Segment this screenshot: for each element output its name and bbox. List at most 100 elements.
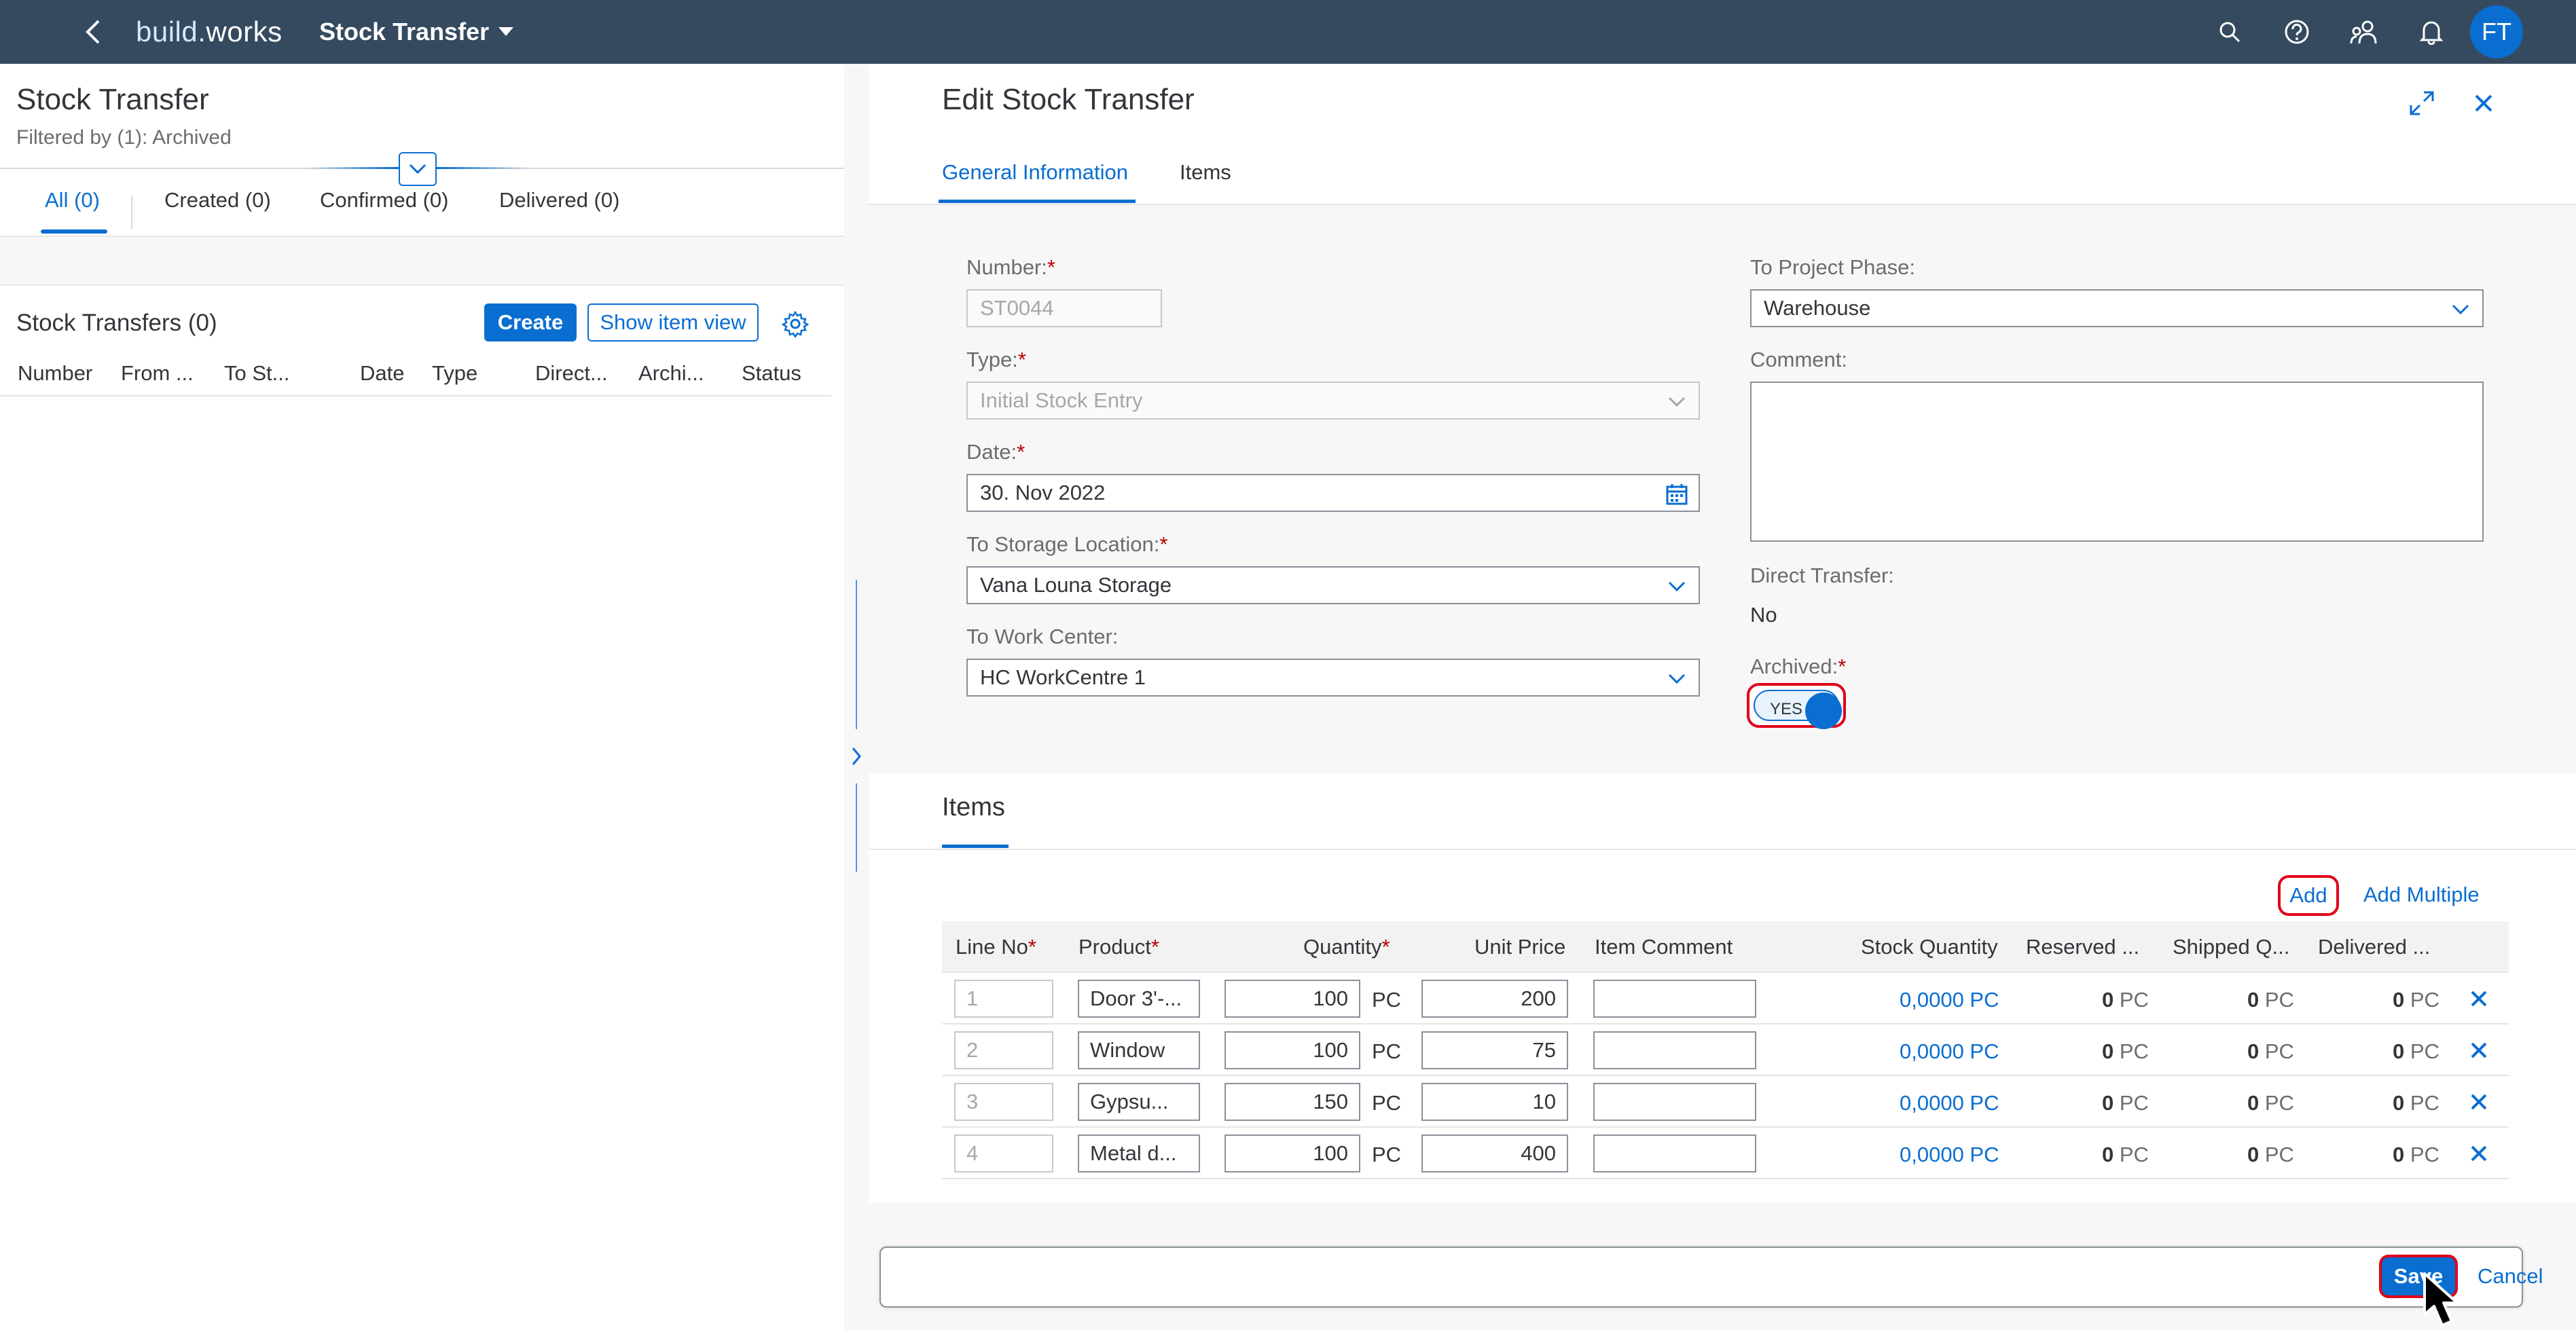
quantity-field[interactable]: 100 xyxy=(1224,1031,1360,1069)
fullscreen-icon[interactable] xyxy=(2403,84,2441,122)
col-stock-quantity[interactable]: Stock Quantity xyxy=(1861,935,1998,959)
unit-price-field[interactable]: 75 xyxy=(1421,1031,1568,1069)
delete-row-icon[interactable] xyxy=(2465,985,2492,1012)
cancel-button[interactable]: Cancel xyxy=(2478,1264,2543,1289)
add-multiple-button[interactable]: Add Multiple xyxy=(2363,883,2480,907)
product-field[interactable]: Door 3'-... xyxy=(1078,980,1200,1018)
project-phase-label: To Project Phase: xyxy=(1750,255,1915,279)
footer-toolbar xyxy=(879,1246,2523,1308)
create-button[interactable]: Create xyxy=(484,303,577,341)
quantity-field[interactable]: 100 xyxy=(1224,1134,1360,1172)
calendar-icon[interactable] xyxy=(1663,481,1690,508)
list-title: Stock Transfer xyxy=(16,83,209,116)
user-avatar[interactable]: FT xyxy=(2470,5,2523,58)
back-icon[interactable] xyxy=(76,15,110,49)
switch-track: YES xyxy=(1754,690,1842,729)
switch-text: YES xyxy=(1770,700,1803,718)
unit-price-field[interactable]: 400 xyxy=(1421,1134,1568,1172)
col-direct[interactable]: Direct... xyxy=(535,361,608,386)
status-tabs: All (0) Created (0) Confirmed (0) Delive… xyxy=(0,169,844,237)
pane-splitter[interactable] xyxy=(844,64,869,1330)
work-center-select[interactable]: HC WorkCentre 1 xyxy=(966,659,1700,697)
item-comment-field[interactable] xyxy=(1593,1031,1756,1069)
quantity-unit: PC xyxy=(1372,1039,1402,1063)
app-title-menu[interactable]: Stock Transfer xyxy=(319,15,514,49)
col-product[interactable]: Product* xyxy=(1078,935,1159,959)
people-icon[interactable] xyxy=(2347,15,2381,49)
comment-label: Comment: xyxy=(1750,348,1847,371)
splitter-line xyxy=(856,783,857,872)
date-picker[interactable]: 30. Nov 2022 xyxy=(966,474,1700,512)
chevron-right-icon[interactable] xyxy=(847,743,866,770)
col-shipped[interactable]: Shipped Q... xyxy=(2173,935,2289,959)
delete-row-icon[interactable] xyxy=(2465,1140,2492,1167)
tab-general-information[interactable]: General Information xyxy=(942,160,1128,185)
col-delivered[interactable]: Delivered ... xyxy=(2318,935,2430,959)
col-archived[interactable]: Archi... xyxy=(638,361,704,386)
delete-row-icon[interactable] xyxy=(2465,1037,2492,1064)
col-item-comment[interactable]: Item Comment xyxy=(1595,935,1733,959)
chevron-down-icon[interactable] xyxy=(1663,573,1690,600)
product-field[interactable]: Metal d... xyxy=(1078,1134,1200,1172)
chevron-down-icon[interactable] xyxy=(2447,296,2474,323)
gear-icon[interactable] xyxy=(778,307,812,341)
tab-all[interactable]: All (0) xyxy=(45,188,100,213)
line-no-field: 4 xyxy=(954,1134,1053,1172)
search-icon[interactable] xyxy=(2213,15,2247,49)
line-no-field: 3 xyxy=(954,1083,1053,1121)
project-phase-select[interactable]: Warehouse xyxy=(1750,289,2484,327)
stock-quantity-link[interactable]: 0,0000 PC xyxy=(1900,1143,1999,1167)
col-number[interactable]: Number xyxy=(18,361,92,386)
col-reserved[interactable]: Reserved ... xyxy=(2026,935,2139,959)
delete-row-icon[interactable] xyxy=(2465,1088,2492,1115)
col-from[interactable]: From ... xyxy=(121,361,194,386)
close-icon[interactable] xyxy=(2465,84,2503,122)
quantity-field[interactable]: 100 xyxy=(1224,980,1360,1018)
archived-switch[interactable]: YES xyxy=(1747,683,1846,729)
direct-transfer-value: No xyxy=(1750,603,1777,627)
product-field[interactable]: Window xyxy=(1078,1031,1200,1069)
col-unit-price[interactable]: Unit Price xyxy=(1474,935,1565,959)
type-select: Initial Stock Entry xyxy=(966,382,1700,420)
tab-delivered[interactable]: Delivered (0) xyxy=(499,188,619,213)
app-logo[interactable]: build.works xyxy=(136,15,283,49)
bell-icon[interactable] xyxy=(2414,15,2448,49)
storage-location-select[interactable]: Vana Louna Storage xyxy=(966,566,1700,604)
item-comment-field[interactable] xyxy=(1593,1083,1756,1121)
item-comment-field[interactable] xyxy=(1593,1134,1756,1172)
items-table-header: Line No* Product* Quantity* Unit Price I… xyxy=(942,921,2509,973)
stock-quantity-link[interactable]: 0,0000 PC xyxy=(1900,988,1999,1012)
show-item-view-button[interactable]: Show item view xyxy=(587,303,759,341)
col-status[interactable]: Status xyxy=(742,361,801,386)
tab-confirmed[interactable]: Confirmed (0) xyxy=(320,188,449,213)
product-field[interactable]: Gypsu... xyxy=(1078,1083,1200,1121)
shell-bar: build.works Stock Transfer FT xyxy=(0,0,2576,64)
add-item-button[interactable]: Add xyxy=(2278,875,2339,916)
quantity-unit: PC xyxy=(1372,1143,1402,1166)
stock-quantity-link[interactable]: 0,0000 PC xyxy=(1900,1039,1999,1064)
items-section-header: Items xyxy=(869,774,2576,850)
quantity-unit: PC xyxy=(1372,1091,1402,1115)
col-to-storage[interactable]: To St... xyxy=(224,361,289,386)
unit-price-field[interactable]: 200 xyxy=(1421,980,1568,1018)
number-field: ST0044 xyxy=(966,289,1162,327)
stock-quantity-link[interactable]: 0,0000 PC xyxy=(1900,1091,1999,1115)
storage-location-label: To Storage Location:* xyxy=(966,532,1168,556)
type-label: Type:* xyxy=(966,348,1026,371)
col-type[interactable]: Type xyxy=(432,361,477,386)
detail-tab-indicator xyxy=(939,200,1136,203)
reserved-value: 0 PC xyxy=(2102,1143,2149,1166)
archived-label: Archived:* xyxy=(1750,654,1847,678)
item-comment-field[interactable] xyxy=(1593,980,1756,1018)
col-date[interactable]: Date xyxy=(360,361,404,386)
tab-indicator xyxy=(41,229,107,234)
help-icon[interactable] xyxy=(2280,15,2314,49)
chevron-down-icon[interactable] xyxy=(1663,665,1690,692)
quantity-field[interactable]: 150 xyxy=(1224,1083,1360,1121)
col-line-no[interactable]: Line No* xyxy=(956,935,1036,959)
unit-price-field[interactable]: 10 xyxy=(1421,1083,1568,1121)
tab-items[interactable]: Items xyxy=(1180,160,1231,185)
tab-created[interactable]: Created (0) xyxy=(164,188,271,213)
col-quantity[interactable]: Quantity* xyxy=(1303,935,1390,959)
comment-textarea[interactable] xyxy=(1750,382,2484,542)
